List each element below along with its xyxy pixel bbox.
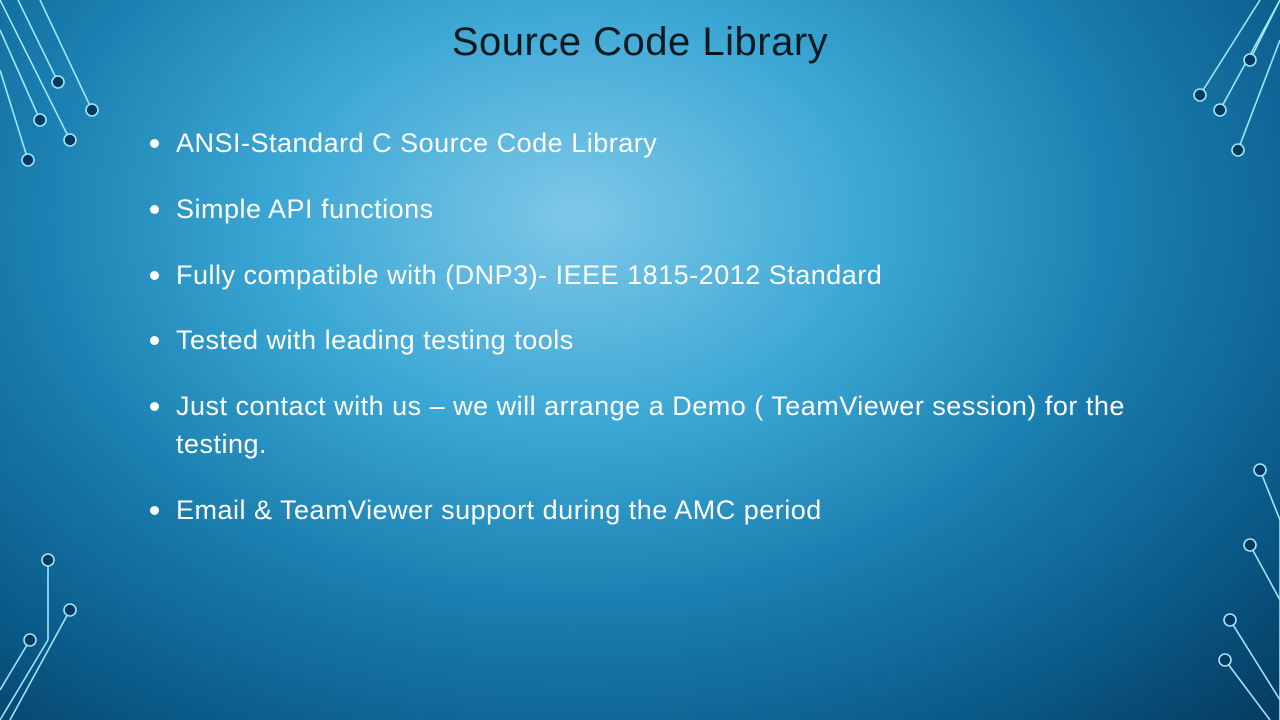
slide-title: Source Code Library [0, 20, 1280, 65]
bullet-item: Email & TeamViewer support during the AM… [150, 492, 1165, 530]
bullet-list: ANSI-Standard C Source Code Library Simp… [0, 125, 1280, 530]
bullet-item: Simple API functions [150, 191, 1165, 229]
slide: Source Code Library ANSI-Standard C Sour… [0, 0, 1280, 720]
bullet-item: Just contact with us – we will arrange a… [150, 388, 1165, 464]
bullet-item: Tested with leading testing tools [150, 322, 1165, 360]
bullet-item: ANSI-Standard C Source Code Library [150, 125, 1165, 163]
bullet-item: Fully compatible with (DNP3)- IEEE 1815-… [150, 257, 1165, 295]
